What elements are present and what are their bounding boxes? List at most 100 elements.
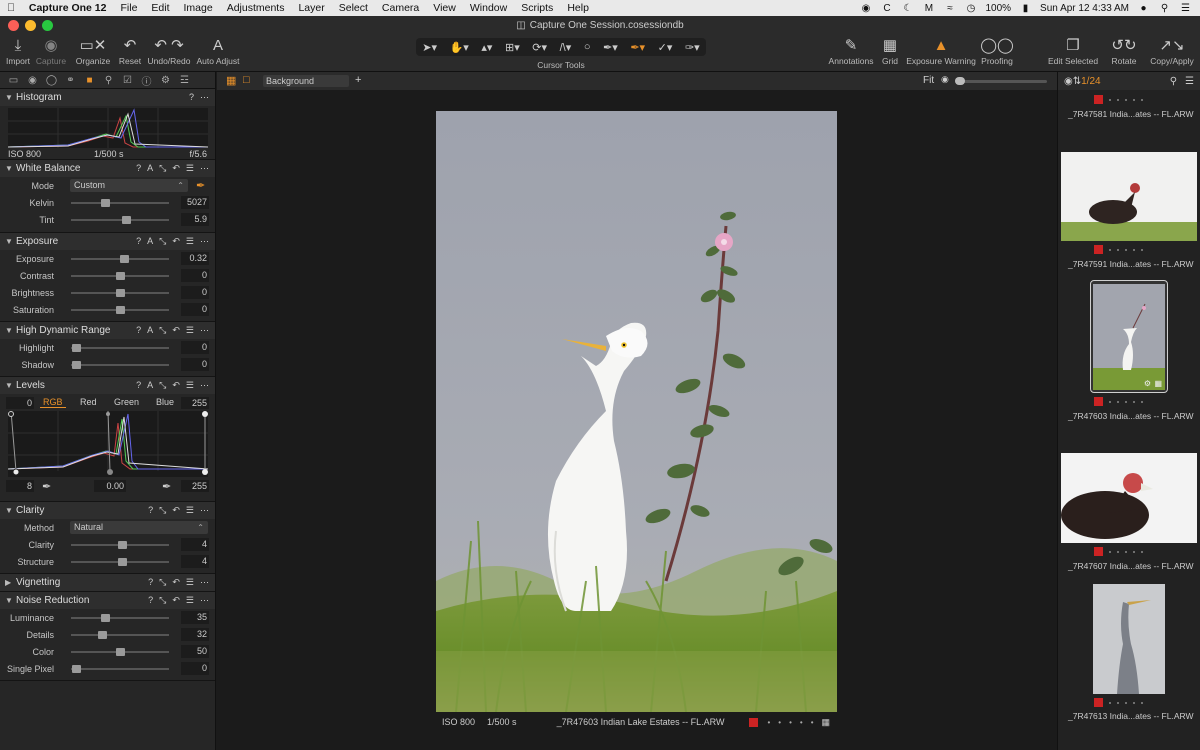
spotlight-icon[interactable]: ⚲ [1158,3,1171,14]
eraser-icon[interactable]: ✑▾ [685,41,700,54]
levels-output-mid[interactable] [107,469,113,475]
white-balance-header[interactable]: ▼ White Balance? A ⤡ ↶ ☰ ⋯ [0,160,215,177]
presets-icon[interactable]: ☰ [186,236,194,247]
crop-icon[interactable]: ⊞▾ [505,41,520,54]
reset-hand-icon[interactable]: ↶ [172,325,180,336]
auto-icon[interactable]: A [147,236,153,247]
viewer-rating-stars[interactable]: ••••• [768,718,822,727]
slider-knob[interactable] [71,343,81,352]
zoom-slider[interactable] [955,77,1047,85]
thumbnail-1[interactable]: _7R47581 India...ates -- FL.ARW [1058,90,1200,130]
notification-icon[interactable]: ☰ [1179,3,1192,14]
presets-icon[interactable]: ☰ [186,325,194,336]
hdr-header[interactable]: ▼ High Dynamic Range? A ⤡ ↶ ☰ ⋯ [0,322,215,339]
color-tag[interactable] [1094,397,1103,406]
levels-input-low[interactable]: 0 [6,397,34,409]
local-adjust-icon[interactable]: ⤡ [159,325,166,336]
menu-view[interactable]: View [426,2,463,14]
color-noise-slider[interactable] [71,647,169,656]
slider-knob[interactable] [116,288,125,297]
m-app-icon[interactable]: M [922,3,935,14]
shadow-value[interactable]: 0 [181,358,209,371]
reset-hand-icon[interactable]: ↶ [172,577,180,588]
view-eye-icon[interactable]: ◉ [1064,76,1073,87]
slider-knob[interactable] [101,613,111,622]
spot-removal-icon[interactable]: ○ [584,41,591,53]
slider-knob[interactable] [116,647,125,656]
exposure-slider[interactable] [71,254,169,263]
annotations-button[interactable]: ✎ Annotations [826,36,876,66]
more-icon[interactable]: ⋯ [200,505,209,516]
time-machine-icon[interactable]: ◷ [964,3,977,14]
more-icon[interactable]: ⋯ [200,92,209,103]
local-adjust-icon[interactable]: ⤡ [159,236,166,247]
luminance-slider[interactable] [71,613,169,622]
thumbnail-image[interactable] [1061,453,1197,543]
clarity-method-select[interactable]: Natural [70,521,208,534]
picker-icon[interactable]: ✒▾ [603,41,618,54]
library-tab-icon[interactable]: ▭ [4,75,23,86]
color-tag[interactable] [1094,547,1103,556]
details-tab-icon[interactable]: ⚲ [99,75,118,86]
collapse-arrow-icon[interactable]: ▼ [5,237,16,246]
add-layer-icon[interactable]: + [355,74,361,86]
menu-camera[interactable]: Camera [375,2,426,14]
zoom-slider-knob[interactable] [955,77,965,85]
clarity-header[interactable]: ▼ Clarity? ⤡ ↶ ☰ ⋯ [0,502,215,519]
thumbnail-image[interactable] [1093,584,1165,694]
pan-hand-icon[interactable]: ✋▾ [450,41,469,54]
kelvin-slider[interactable] [71,198,169,207]
menu-scripts[interactable]: Scripts [514,2,560,14]
capture-button[interactable]: ◉ Capture [35,36,67,66]
highlight-value[interactable]: 0 [181,341,209,354]
saturation-value[interactable]: 0 [181,303,209,316]
slider-knob[interactable] [117,540,127,549]
auto-icon[interactable]: A [147,325,153,336]
details-value[interactable]: 32 [181,628,209,641]
rotate-tool-icon[interactable]: ⟳▾ [532,41,547,54]
metadata-tab-icon[interactable]: ⓘ [137,73,156,88]
menu-file[interactable]: File [113,2,144,14]
presets-icon[interactable]: ☰ [186,505,194,516]
noise-reduction-header[interactable]: ▼ Noise Reduction? ⤡ ↶ ☰ ⋯ [0,592,215,609]
multi-view-icon[interactable]: ▦ [226,74,236,87]
menu-image[interactable]: Image [177,2,220,14]
auto-icon[interactable]: A [147,163,153,174]
zoom-fit-label[interactable]: Fit [923,75,934,86]
vignetting-header[interactable]: ▶ Vignetting? ⤡ ↶ ☰ ⋯ [0,574,215,591]
battery-icon[interactable]: ▮ [1019,3,1032,14]
capture-tab-icon[interactable]: ◉ [23,75,42,86]
local-adjust-icon[interactable]: ⤡ [159,505,166,516]
local-adjust-icon[interactable]: ⤡ [159,380,166,391]
batch-tab-icon[interactable]: ☲ [175,75,194,86]
menu-help[interactable]: Help [560,2,596,14]
help-icon[interactable]: ? [136,236,141,247]
structure-value[interactable]: 4 [181,555,209,568]
help-icon[interactable]: ? [148,505,153,516]
collapse-arrow-icon[interactable]: ▼ [5,164,16,173]
levels-handle-high[interactable] [202,411,208,417]
grid-button[interactable]: ▦ Grid [878,36,902,66]
moon-icon[interactable]: ☾ [901,3,914,14]
histogram-header[interactable]: ▼ Histogram? ⋯ [0,89,215,106]
levels-tab-rgb[interactable]: RGB [40,397,66,408]
levels-output-low-value[interactable]: 8 [6,480,34,492]
more-icon[interactable]: ⋯ [200,325,209,336]
thumbnail-3-selected[interactable]: ⚙ ▦ _7R47603 India...ates -- FL.ARW [1058,278,1200,428]
help-icon[interactable]: ? [136,163,141,174]
contrast-slider[interactable] [71,271,169,280]
browser-menu-icon[interactable]: ☰ [1185,76,1194,87]
copy-apply-button[interactable]: ↗↘ Copy/Apply [1148,36,1196,66]
levels-handle-mid[interactable] [106,412,110,416]
levels-output-high-value[interactable]: 255 [181,480,209,492]
zoom-window-button[interactable] [42,20,53,31]
select-cursor-icon[interactable]: ➤▾ [422,41,437,54]
collapse-arrow-icon[interactable]: ▼ [5,506,16,515]
collapse-arrow-icon[interactable]: ▼ [5,326,16,335]
slider-knob[interactable] [98,630,108,639]
organize-button[interactable]: ▭✕ Organize [74,36,112,66]
details-slider[interactable] [71,630,169,639]
import-button[interactable]: ⤓ Import [4,36,32,66]
presets-icon[interactable]: ☰ [186,163,194,174]
single-view-icon[interactable]: □ [243,74,250,86]
